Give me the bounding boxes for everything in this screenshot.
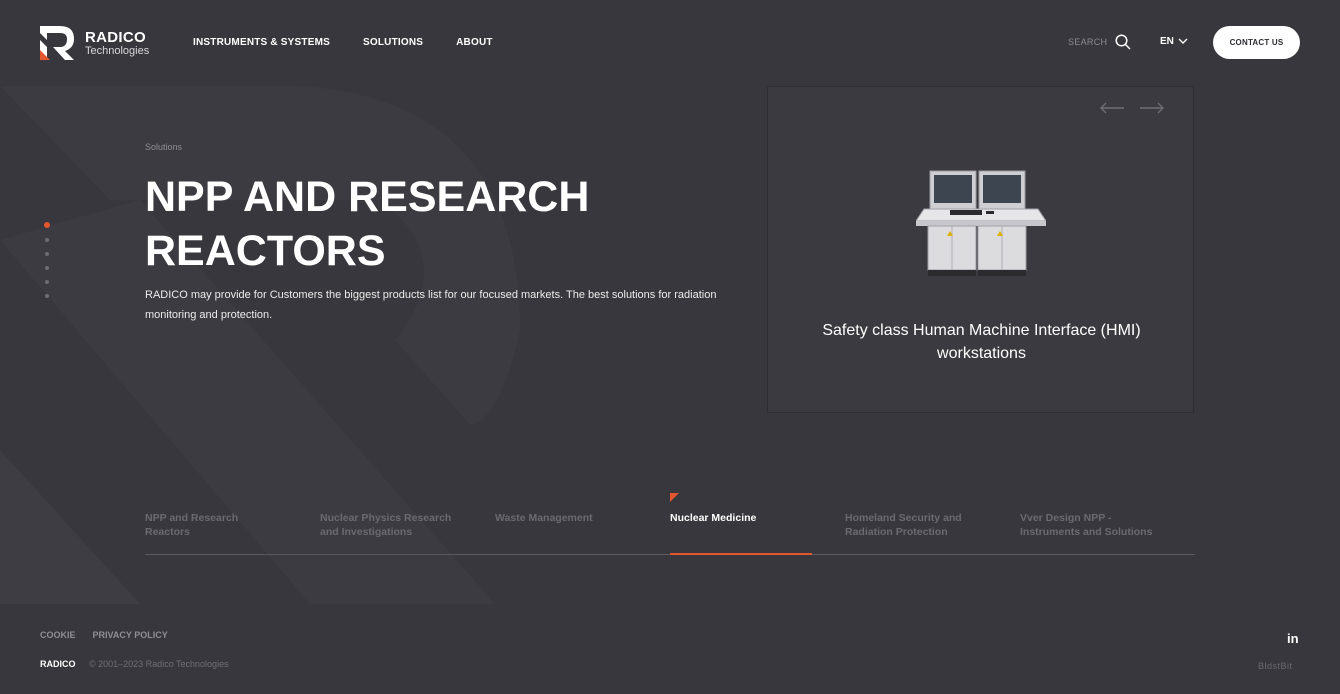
arrow-left-icon[interactable] — [1099, 101, 1125, 115]
tab-nuclear-physics-research[interactable]: Nuclear Physics Research and Investigati… — [320, 511, 460, 539]
slide-dot[interactable] — [45, 266, 49, 270]
solution-tabs: NPP and Research Reactors Nuclear Physic… — [145, 493, 1195, 555]
page-title-line-1: NPP AND RESEARCH — [145, 173, 590, 221]
footer: COOKIE PRIVACY POLICY RADICO © 2001–2023… — [0, 604, 1340, 694]
slide-dot[interactable] — [45, 238, 49, 242]
footer-link-privacy-policy[interactable]: PRIVACY POLICY — [93, 630, 168, 640]
logo-name: RADICO — [85, 28, 146, 46]
active-tab-underline — [670, 553, 812, 555]
slide-dot[interactable] — [45, 252, 49, 256]
contact-us-button[interactable]: CONTACT US — [1213, 26, 1300, 59]
slide-dot[interactable] — [45, 294, 49, 298]
hmi-workstation-image — [916, 170, 1046, 276]
breadcrumb[interactable]: Solutions — [145, 142, 182, 152]
page-title-line-2: REACTORS — [145, 227, 386, 275]
slide-dot[interactable] — [44, 222, 50, 228]
arrow-right-icon[interactable] — [1139, 101, 1165, 115]
logo-subtitle: Technologies — [85, 44, 150, 57]
chevron-down-icon — [1178, 38, 1188, 44]
tab-homeland-security[interactable]: Homeland Security and Radiation Protecti… — [845, 511, 985, 539]
footer-link-cookie[interactable]: COOKIE — [40, 630, 76, 640]
slide-indicator — [44, 222, 50, 298]
main-nav: INSTRUMENTS & SYSTEMS SOLUTIONS ABOUT — [193, 37, 493, 48]
logo[interactable]: RADICO Technologies — [40, 26, 149, 60]
search-label: SEARCH — [1068, 37, 1108, 47]
carousel-arrows — [1099, 101, 1165, 115]
slide-dot[interactable] — [45, 280, 49, 284]
page-title: NPP AND RESEARCH REACTORS — [145, 170, 705, 278]
search-button[interactable]: SEARCH — [1068, 34, 1131, 50]
nav-solutions[interactable]: SOLUTIONS — [363, 37, 423, 48]
language-selector[interactable]: EN — [1160, 36, 1188, 47]
language-label: EN — [1160, 36, 1174, 47]
tab-npp-research-reactors[interactable]: NPP and Research Reactors — [145, 511, 285, 539]
radico-logo-icon — [40, 26, 74, 60]
footer-brand: RADICO — [40, 659, 76, 669]
search-icon — [1115, 34, 1131, 50]
tab-waste-management[interactable]: Waste Management — [495, 511, 635, 525]
tab-nuclear-medicine[interactable]: Nuclear Medicine — [670, 511, 810, 525]
footer-copyright: © 2001–2023 Radico Technologies — [89, 659, 229, 669]
linkedin-icon[interactable]: in — [1287, 631, 1299, 646]
hero-description: RADICO may provide for Customers the big… — [145, 289, 717, 321]
product-card[interactable]: Safety class Human Machine Interface (HM… — [767, 86, 1194, 413]
nav-about[interactable]: ABOUT — [456, 37, 493, 48]
nav-instruments-systems[interactable]: INSTRUMENTS & SYSTEMS — [193, 37, 330, 48]
product-title: Safety class Human Machine Interface (HM… — [822, 322, 1141, 362]
active-tab-marker-icon — [670, 493, 679, 502]
developer-credit[interactable]: BldstBit — [1258, 661, 1293, 671]
tab-vver-design-npp[interactable]: Vver Design NPP - Instruments and Soluti… — [1020, 511, 1170, 539]
footer-links: COOKIE PRIVACY POLICY — [40, 630, 168, 640]
